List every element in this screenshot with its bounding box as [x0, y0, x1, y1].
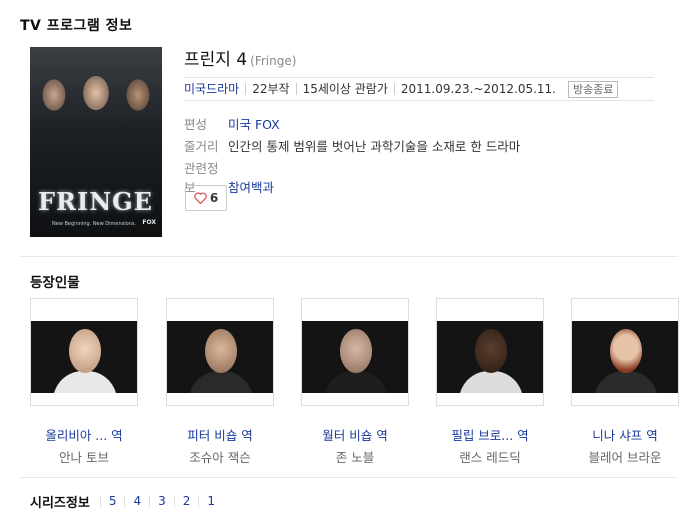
cast-photo[interactable]	[301, 298, 409, 406]
show-title: 프린지 4 (Fringe)	[184, 45, 296, 70]
season-link-2[interactable]: 2	[173, 495, 199, 507]
divider	[20, 477, 678, 478]
related-link[interactable]: 참여백과	[228, 180, 274, 195]
show-poster[interactable]: FRINGE New Beginning. New Dimensions. FO…	[30, 47, 162, 237]
divider	[20, 256, 678, 257]
show-original-title: (Fringe)	[250, 54, 297, 68]
cast-card[interactable]: 니나 샤프 역 블레어 브라운	[571, 298, 679, 466]
poster-network: FOX	[142, 219, 156, 226]
like-count: 6	[209, 191, 219, 205]
cast-section-title: 등장인물	[30, 275, 80, 291]
channel-row: 편성 미국 FOX	[184, 114, 280, 133]
poster-cast-image	[30, 47, 162, 177]
heart-icon	[194, 192, 207, 204]
season-link-1[interactable]: 1	[198, 495, 223, 507]
synopsis-label: 줄거리	[184, 139, 219, 154]
cast-role[interactable]: 월터 비숍 역	[301, 425, 409, 444]
cast-photo[interactable]	[571, 298, 679, 406]
season-link-3[interactable]: 3	[149, 495, 174, 507]
cast-actor[interactable]: 랜스 레드딕	[436, 447, 544, 466]
series-info: 시리즈정보 5 4 3 2 1	[30, 492, 223, 511]
cast-card[interactable]: 피터 비숍 역 조슈아 잭슨	[166, 298, 274, 466]
section-header: TV 프로그램 정보	[20, 18, 133, 34]
cast-role[interactable]: 니나 샤프 역	[571, 425, 679, 444]
cast-actor[interactable]: 존 노블	[301, 447, 409, 466]
episode-count: 22부작	[245, 83, 295, 95]
status-badge: 방송종료	[568, 80, 619, 98]
cast-actor[interactable]: 조슈아 잭슨	[166, 447, 274, 466]
cast-role[interactable]: 필립 브로... 역	[436, 425, 544, 444]
age-rating: 15세이상 관람가	[295, 83, 394, 95]
like-button[interactable]: 6	[185, 185, 227, 211]
show-meta-bar: 미국드라마 22부작 15세이상 관람가 2011.09.23.~2012.05…	[184, 77, 654, 101]
cast-role[interactable]: 올리비아 ... 역	[30, 425, 138, 444]
show-title-text: 프린지 4	[184, 50, 248, 70]
cast-card[interactable]: 월터 비숍 역 존 노블	[301, 298, 409, 466]
cast-role[interactable]: 피터 비숍 역	[166, 425, 274, 444]
season-link-5[interactable]: 5	[99, 495, 125, 507]
cast-photo[interactable]	[30, 298, 138, 406]
cast-card[interactable]: 필립 브로... 역 랜스 레드딕	[436, 298, 544, 466]
cast-photo[interactable]	[166, 298, 274, 406]
cast-photo[interactable]	[436, 298, 544, 406]
genre-link[interactable]: 미국드라마	[184, 83, 245, 95]
cast-actor[interactable]: 블레어 브라운	[571, 447, 679, 466]
cast-actor[interactable]: 안나 토브	[30, 447, 138, 466]
cast-card[interactable]: 올리비아 ... 역 안나 토브	[30, 298, 138, 466]
channel-link[interactable]: 미국 FOX	[228, 117, 280, 132]
channel-label: 편성	[184, 117, 208, 132]
synopsis-text: 인간의 통제 범위를 벗어난 과학기술을 소재로 한 드라마	[227, 139, 521, 154]
broadcast-period: 2011.09.23.~2012.05.11.	[393, 83, 562, 95]
synopsis-row: 줄거리 인간의 통제 범위를 벗어난 과학기술을 소재로 한 드라마	[184, 136, 520, 155]
poster-tagline: New Beginning. New Dimensions.	[52, 221, 137, 227]
season-link-4[interactable]: 4	[124, 495, 149, 507]
series-section-title: 시리즈정보	[30, 496, 90, 511]
poster-logo: FRINGE	[38, 187, 153, 216]
